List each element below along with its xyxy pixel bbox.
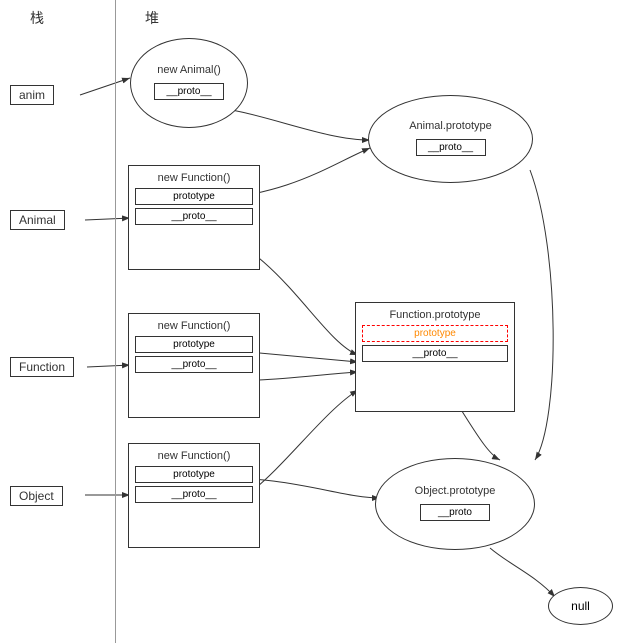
stack-function: Function (10, 357, 74, 377)
new-function-animal-label: new Function() (135, 172, 253, 184)
function-label: Function (10, 357, 74, 377)
stack-anim: anim (10, 85, 54, 105)
stack-object: Object (10, 486, 63, 506)
object-label: Object (10, 486, 63, 506)
new-animal-label: new Animal() (157, 64, 221, 76)
object-prototype-proto: __proto (420, 504, 490, 521)
stack-animal: Animal (10, 210, 65, 230)
anim-label: anim (10, 85, 54, 105)
object-prototype-label: Object.prototype (415, 485, 496, 497)
new-function-object-proto: __proto__ (135, 486, 253, 503)
null-label: null (571, 599, 590, 613)
arrows-svg (0, 0, 631, 643)
divider (115, 0, 116, 643)
object-prototype-oval: Object.prototype __proto (375, 458, 535, 550)
animal-prototype-oval: Animal.prototype __proto__ (368, 95, 533, 183)
stack-header: 栈 (30, 8, 44, 28)
animal-prototype-label: Animal.prototype (409, 120, 492, 132)
new-function-object-rect: new Function() prototype __proto__ (128, 443, 260, 548)
new-function-animal-prototype: prototype (135, 188, 253, 205)
new-animal-oval: new Animal() __proto__ (130, 38, 248, 128)
null-oval: null (548, 587, 613, 625)
new-function-object-label: new Function() (135, 450, 253, 462)
new-function-animal-proto: __proto__ (135, 208, 253, 225)
new-function-animal-rect: new Function() prototype __proto__ (128, 165, 260, 270)
diagram: 栈 堆 anim Animal Function Object new Anim… (0, 0, 631, 643)
new-function-function-prototype: prototype (135, 336, 253, 353)
function-prototype-rect: Function.prototype prototype __proto__ (355, 302, 515, 412)
new-function-object-prototype: prototype (135, 466, 253, 483)
new-animal-proto: __proto__ (154, 83, 224, 100)
animal-prototype-proto: __proto__ (416, 139, 486, 156)
function-prototype-proto: __proto__ (362, 345, 508, 362)
new-function-function-rect: new Function() prototype __proto__ (128, 313, 260, 418)
function-prototype-label: Function.prototype (362, 309, 508, 321)
new-function-function-proto: __proto__ (135, 356, 253, 373)
function-prototype-prototype: prototype (362, 325, 508, 342)
new-function-function-label: new Function() (135, 320, 253, 332)
animal-label: Animal (10, 210, 65, 230)
heap-header: 堆 (145, 8, 159, 28)
